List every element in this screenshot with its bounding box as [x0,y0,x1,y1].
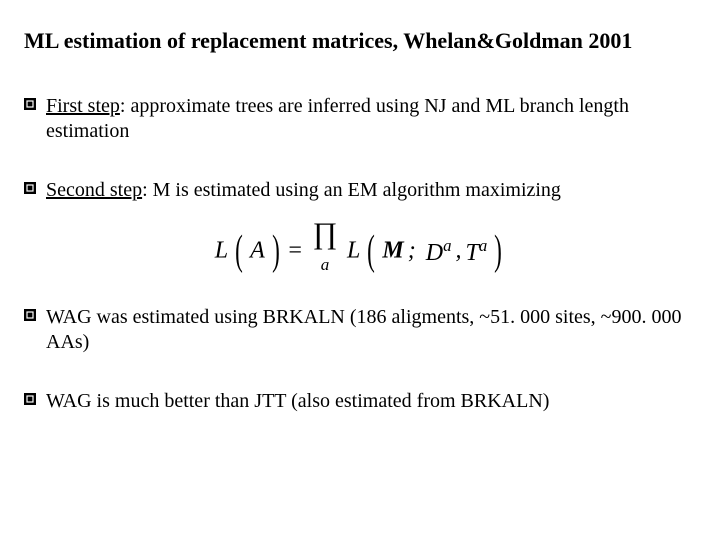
bullet-icon [24,182,36,194]
bullet-text: WAG was estimated using BRKALN (186 alig… [46,306,681,353]
formula-L: L [215,238,228,264]
formula-L2: L [347,238,360,264]
formula-D: D [426,240,443,266]
bullet-wag-vs-jtt: WAG is much better than JTT (also estima… [24,389,696,414]
formula-M: M [382,238,403,264]
bullet-text: : approximate trees are inferred using N… [46,95,629,142]
formula-A: A [250,238,265,264]
step-label: Second step [46,179,142,201]
bullet-second-step: Second step: M is estimated using an EM … [24,178,696,203]
formula: L ( A ) = ∏ a L ( M ; Da , Ta ) [24,227,696,275]
slide-title: ML estimation of replacement matrices, W… [24,28,696,54]
bullet-text: WAG is much better than JTT (also estima… [46,390,549,412]
formula-T: T [465,240,478,266]
bullet-text: : M is estimated using an EM algorithm m… [142,179,561,201]
step-label: First step [46,95,120,117]
formula-equals: = [287,238,303,264]
formula-comma: , [455,238,461,264]
bullet-icon [24,98,36,110]
bullet-wag-dataset: WAG was estimated using BRKALN (186 alig… [24,305,696,355]
bullet-first-step: First step: approximate trees are inferr… [24,94,696,144]
bullet-icon [24,393,36,405]
product-icon: ∏ a [307,227,343,275]
bullet-icon [24,309,36,321]
formula-semicolon: ; [408,238,416,264]
slide: ML estimation of replacement matrices, W… [0,0,720,414]
